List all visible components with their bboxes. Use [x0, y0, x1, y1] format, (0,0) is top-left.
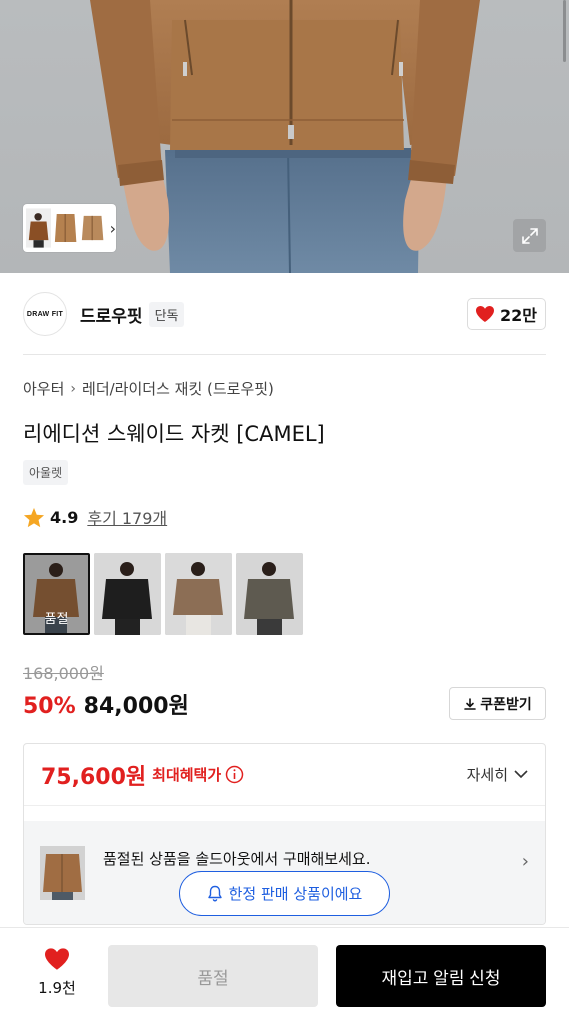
original-price: 168,000원: [23, 664, 104, 683]
bottom-like-button[interactable]: 1.9천: [34, 947, 80, 998]
breadcrumb: 아우터 › 레더/라이더스 재킷 (드로우핏): [23, 378, 274, 399]
gallery-thumb-3: [80, 208, 106, 248]
outlet-tag: 아울렛: [23, 460, 69, 485]
color-option-taupe[interactable]: [165, 553, 232, 635]
color-options: 품절: [23, 553, 303, 635]
max-benefit-label: 최대혜택가: [152, 766, 222, 784]
rating-row: 4.9 후기 179개: [23, 505, 167, 529]
image-scroll-indicator: [563, 0, 566, 62]
color-thumb-image: [236, 553, 303, 635]
sale-price: 84,000원: [83, 694, 189, 719]
gallery-thumb-strip[interactable]: ›: [23, 204, 116, 252]
chevron-down-icon: [514, 770, 528, 779]
soldout-button: 품절: [108, 945, 318, 1007]
price-row: 50% 84,000원: [23, 688, 189, 720]
download-icon: [464, 697, 477, 710]
like-button[interactable]: 22만: [467, 298, 546, 330]
bell-icon: [207, 885, 222, 902]
coupon-label: 쿠폰받기: [480, 696, 532, 713]
chevron-right-icon: ›: [70, 380, 77, 397]
heart-icon: [476, 306, 494, 322]
color-thumb-image: [94, 553, 161, 635]
heart-icon: [45, 948, 69, 970]
detail-label: 자세히: [466, 766, 508, 784]
soldout-banner-message: 품절된 상품을 솔드아웃에서 구매해보세요.: [103, 850, 371, 868]
brand-row: DRAW FIT 드로우핏 단독 22만: [23, 291, 546, 337]
expand-image-button[interactable]: [513, 219, 546, 252]
exclusive-badge: 단독: [148, 301, 185, 327]
breadcrumb-child[interactable]: 레더/라이더스 재킷 (드로우핏): [82, 378, 274, 399]
info-icon[interactable]: [225, 765, 244, 784]
product-title: 리에디션 스웨이드 자켓 [CAMEL]: [23, 422, 325, 446]
review-link[interactable]: 후기 179개: [87, 505, 167, 529]
divider: [23, 354, 546, 355]
like-count: 22만: [500, 306, 537, 325]
color-thumb-image: [165, 553, 232, 635]
chevron-right-icon: ›: [521, 851, 529, 872]
discount-rate: 50%: [23, 694, 76, 719]
gallery-thumb-2: [53, 208, 79, 248]
expand-icon: [521, 227, 538, 244]
color-option-khaki[interactable]: [236, 553, 303, 635]
brand-name[interactable]: 드로우핏: [80, 302, 143, 327]
brand-logo-text: DRAW FIT: [26, 310, 64, 318]
product-hero-image[interactable]: ›: [0, 0, 569, 273]
brand-logo[interactable]: DRAW FIT: [23, 292, 67, 336]
limited-sale-pill[interactable]: 한정 판매 상품이에요: [179, 871, 390, 916]
max-benefit-row[interactable]: 75,600원 최대혜택가 자세히: [24, 744, 545, 806]
detail-toggle[interactable]: 자세히: [467, 764, 528, 785]
restock-alert-button[interactable]: 재입고 알림 신청: [336, 945, 546, 1007]
bottom-like-count: 1.9천: [38, 979, 76, 997]
chevron-right-icon: ›: [109, 218, 117, 238]
star-icon: [23, 507, 45, 527]
rating-score: 4.9: [50, 507, 79, 527]
limited-sale-label: 한정 판매 상품이에요: [228, 885, 363, 903]
banner-product-image: [40, 845, 85, 900]
max-benefit-price: 75,600원: [41, 764, 147, 790]
breadcrumb-parent[interactable]: 아우터: [23, 378, 64, 399]
color-option-camel[interactable]: 품절: [23, 553, 90, 635]
color-option-black[interactable]: [94, 553, 161, 635]
gallery-thumb-1: [26, 208, 52, 248]
coupon-button[interactable]: 쿠폰받기: [449, 687, 546, 720]
soldout-label: 품절: [44, 612, 69, 627]
